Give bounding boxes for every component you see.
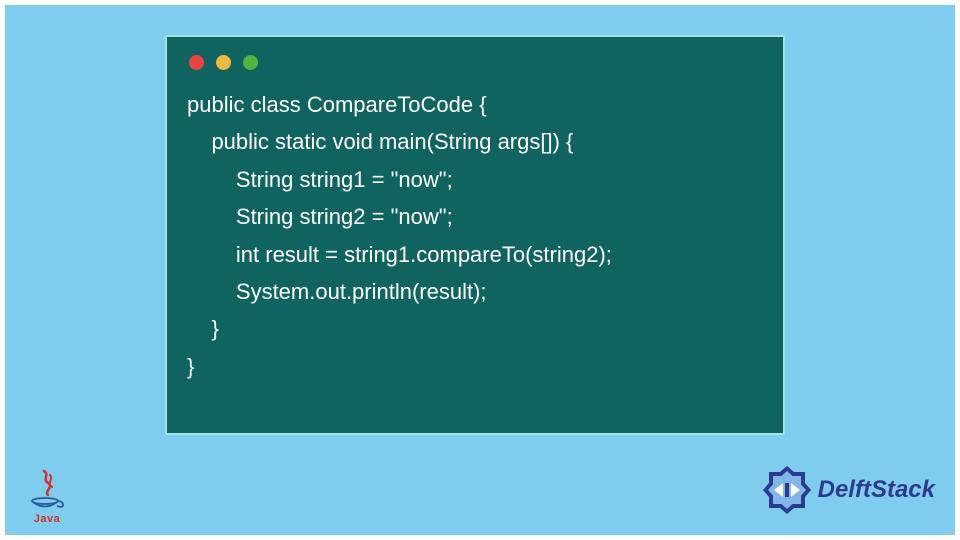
code-block: public class CompareToCode { public stat… xyxy=(187,86,763,385)
java-cup-icon xyxy=(30,497,64,511)
java-logo-label: Java xyxy=(34,513,60,525)
close-icon xyxy=(189,55,204,70)
slide-canvas: public class CompareToCode { public stat… xyxy=(5,5,955,535)
delftstack-logo-label: DelftStack xyxy=(818,476,935,504)
maximize-icon xyxy=(243,55,258,70)
minimize-icon xyxy=(216,55,231,70)
code-window: public class CompareToCode { public stat… xyxy=(165,35,785,435)
java-logo: Java xyxy=(23,463,71,525)
delftstack-logo: DelftStack xyxy=(760,463,935,517)
java-steam-icon xyxy=(36,469,58,497)
window-traffic-lights xyxy=(189,55,763,70)
delftstack-badge-icon xyxy=(760,463,814,517)
